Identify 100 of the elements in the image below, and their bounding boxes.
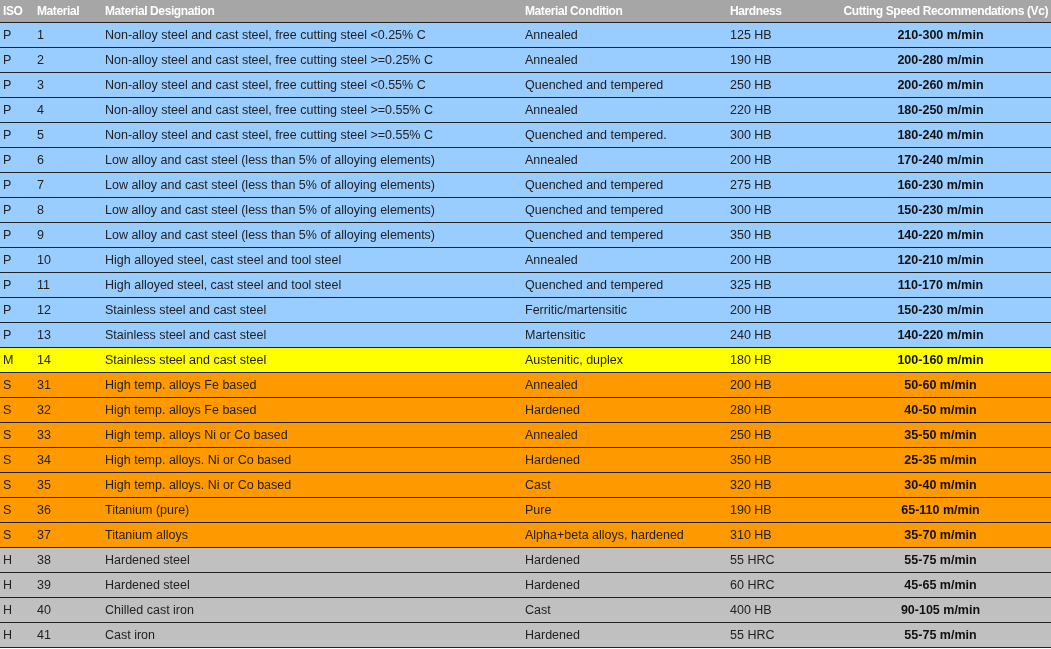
speed-cell: 35-50 m/min [904, 427, 977, 442]
condition-cell: Quenched and tempered [525, 227, 664, 242]
condition-cell: Quenched and tempered [525, 177, 664, 192]
designation-cell: Stainless steel and cast steel [105, 352, 267, 367]
condition-cell: Annealed [525, 27, 578, 42]
iso-cell: H [3, 627, 13, 642]
condition-cell: Ferritic/martensitic [525, 302, 628, 317]
hardness-cell: 400 HB [730, 602, 772, 617]
iso-cell: P [3, 202, 12, 217]
designation-cell: High temp. alloys Ni or Co based [105, 427, 288, 442]
hardness-cell: 125 HB [730, 27, 772, 42]
column-header: Material Condition [525, 3, 623, 18]
hardness-cell: 55 HRC [730, 627, 775, 642]
hardness-cell: 250 HB [730, 427, 772, 442]
material-cell: 3 [37, 77, 44, 92]
material-cell: 35 [37, 477, 51, 492]
designation-cell: High alloyed steel, cast steel and tool steel [105, 277, 342, 292]
speed-cell: 25-35 m/min [904, 452, 977, 467]
iso-cell: S [3, 527, 12, 542]
speed-cell: 150-230 m/min [897, 202, 984, 217]
designation-cell: Non-alloy steel and cast steel, free cutting steel <0.55% C [105, 77, 426, 92]
designation-cell: High temp. alloys Fe based [105, 402, 257, 417]
material-cell: 32 [37, 402, 51, 417]
designation-cell: Titanium (pure) [105, 502, 190, 517]
designation-cell: Non-alloy steel and cast steel, free cutting steel >=0.55% C [105, 127, 433, 142]
iso-cell: S [3, 452, 12, 467]
speed-cell: 50-60 m/min [904, 377, 977, 392]
material-cell: 33 [37, 427, 51, 442]
hardness-cell: 325 HB [730, 277, 772, 292]
iso-cell: P [3, 27, 12, 42]
designation-cell: Stainless steel and cast steel [105, 327, 267, 342]
condition-cell: Annealed [525, 152, 578, 167]
material-cell: 6 [37, 152, 44, 167]
hardness-cell: 60 HRC [730, 577, 775, 592]
condition-cell: Quenched and tempered. [525, 127, 667, 142]
speed-cell: 200-260 m/min [897, 77, 984, 92]
condition-cell: Alpha+beta alloys, hardened [525, 527, 684, 542]
column-header: ISO [3, 3, 23, 18]
condition-cell: Annealed [525, 52, 578, 67]
iso-cell: P [3, 127, 12, 142]
condition-cell: Martensitic [525, 327, 586, 342]
hardness-cell: 200 HB [730, 377, 772, 392]
designation-cell: High alloyed steel, cast steel and tool steel [105, 252, 342, 267]
designation-cell: Titanium alloys [105, 527, 188, 542]
condition-cell: Annealed [525, 102, 578, 117]
speed-cell: 110-170 m/min [897, 277, 984, 292]
speed-cell: 90-105 m/min [900, 602, 981, 617]
material-cell: 7 [37, 177, 44, 192]
designation-cell: Low alloy and cast steel (less than 5% of alloying elements) [105, 202, 436, 217]
designation-cell: Low alloy and cast steel (less than 5% of alloying elements) [105, 177, 436, 192]
iso-cell: H [3, 602, 13, 617]
material-cell: 39 [37, 577, 51, 592]
designation-cell: Hardened steel [105, 577, 190, 592]
hardness-cell: 55 HRC [730, 552, 775, 567]
speed-cell: 65-110 m/min [901, 502, 980, 517]
designation-cell: Low alloy and cast steel (less than 5% of alloying elements) [105, 152, 436, 167]
material-cell: 2 [37, 52, 44, 67]
material-cell: 8 [37, 202, 44, 217]
speed-cell: 55-75 m/min [904, 627, 977, 642]
condition-cell: Pure [525, 502, 552, 517]
designation-cell: High temp. alloys. Ni or Co based [105, 452, 292, 467]
speed-cell: 140-220 m/min [897, 327, 984, 342]
hardness-cell: 350 HB [730, 452, 772, 467]
hardness-cell: 200 HB [730, 302, 772, 317]
material-cell: 9 [37, 227, 44, 242]
speed-cell: 150-230 m/min [897, 302, 984, 317]
iso-cell: P [3, 302, 12, 317]
condition-cell: Austenitic, duplex [525, 352, 623, 367]
condition-cell: Quenched and tempered [525, 277, 664, 292]
material-cell: 31 [37, 377, 51, 392]
iso-cell: P [3, 177, 12, 192]
hardness-cell: 275 HB [730, 177, 772, 192]
iso-cell: M [3, 352, 14, 367]
speed-cell: 180-250 m/min [897, 102, 984, 117]
condition-cell: Hardened [525, 627, 580, 642]
material-cell: 4 [37, 102, 44, 117]
iso-cell: P [3, 227, 12, 242]
iso-cell: P [3, 102, 12, 117]
iso-cell: S [3, 502, 12, 517]
iso-cell: S [3, 377, 12, 392]
hardness-cell: 240 HB [730, 327, 772, 342]
speed-cell: 140-220 m/min [897, 227, 984, 242]
speed-cell: 35-70 m/min [904, 527, 977, 542]
speed-cell: 30-40 m/min [904, 477, 977, 492]
condition-cell: Annealed [525, 377, 578, 392]
speed-cell: 180-240 m/min [897, 127, 984, 142]
hardness-cell: 190 HB [730, 52, 772, 67]
speed-cell: 55-75 m/min [904, 552, 977, 567]
designation-cell: Cast iron [105, 627, 156, 642]
condition-cell: Quenched and tempered [525, 77, 664, 92]
hardness-cell: 220 HB [730, 102, 772, 117]
hardness-cell: 310 HB [730, 527, 772, 542]
material-cell: 11 [37, 277, 50, 292]
speed-cell: 100-160 m/min [897, 352, 984, 367]
condition-cell: Annealed [525, 427, 578, 442]
iso-cell: S [3, 427, 12, 442]
iso-cell: P [3, 277, 12, 292]
designation-cell: Stainless steel and cast steel [105, 302, 267, 317]
iso-cell: P [3, 252, 12, 267]
condition-cell: Hardened [525, 577, 580, 592]
